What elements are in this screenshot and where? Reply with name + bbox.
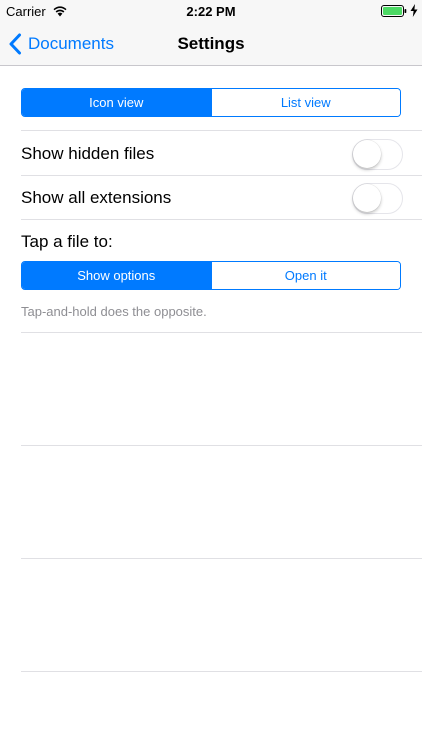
toggle-knob <box>353 184 381 212</box>
status-bar: Carrier 2:22 PM <box>0 0 422 22</box>
charging-bolt-icon <box>410 4 418 17</box>
show-all-extensions-label: Show all extensions <box>21 188 172 207</box>
segment-open-it[interactable]: Open it <box>210 262 400 289</box>
divider <box>21 332 422 333</box>
divider <box>21 671 422 672</box>
show-hidden-files-toggle[interactable] <box>352 139 403 170</box>
settings-screen: Carrier 2:22 PM Documents Settings Icon … <box>0 0 422 750</box>
status-time: 2:22 PM <box>186 4 236 19</box>
navigation-bar: Documents Settings <box>0 22 422 66</box>
divider <box>21 558 422 559</box>
back-button[interactable]: Documents <box>8 22 114 66</box>
show-hidden-files-label: Show hidden files <box>21 144 155 163</box>
tap-action-title: Tap a file to: <box>21 232 113 251</box>
toggle-knob <box>353 140 381 168</box>
divider <box>21 130 422 131</box>
chevron-left-icon <box>9 33 21 55</box>
show-all-extensions-toggle[interactable] <box>352 183 403 214</box>
divider <box>21 219 422 220</box>
segment-show-options[interactable]: Show options <box>22 262 211 289</box>
battery-icon <box>381 5 407 17</box>
segment-icon-view[interactable]: Icon view <box>22 89 211 116</box>
back-button-label: Documents <box>28 34 114 53</box>
divider <box>21 445 422 446</box>
tap-action-segmented-control: Show options Open it <box>21 261 401 290</box>
segment-list-view[interactable]: List view <box>210 89 400 116</box>
view-mode-segmented-control: Icon view List view <box>21 88 401 117</box>
divider <box>21 175 422 176</box>
tap-action-footnote: Tap-and-hold does the opposite. <box>21 304 207 319</box>
